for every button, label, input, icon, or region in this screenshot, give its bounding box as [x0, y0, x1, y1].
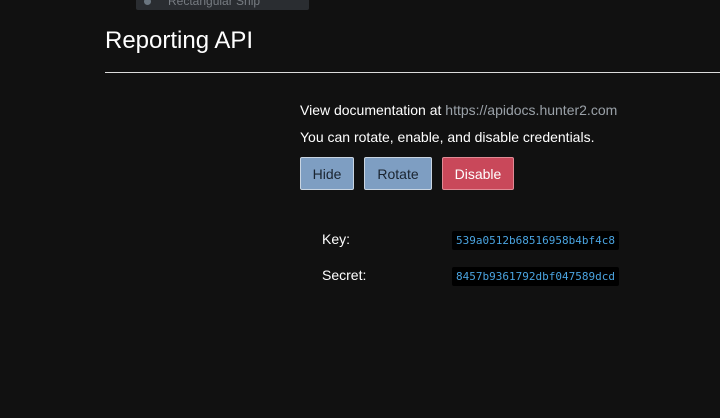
key-value: 539a0512b68516958b4bf4c8 — [452, 231, 619, 250]
key-label: Key: — [322, 231, 351, 247]
secret-label: Secret: — [322, 267, 367, 283]
documentation-line: View documentation at https://apidocs.hu… — [300, 101, 710, 119]
title-divider — [105, 72, 720, 73]
page: Rectangular Snip Reporting API View docu… — [0, 0, 720, 418]
bullet-icon — [144, 0, 151, 5]
action-buttons: Hide Rotate Disable — [300, 157, 710, 190]
disable-button[interactable]: Disable — [442, 157, 514, 190]
rotate-note: You can rotate, enable, and disable cred… — [300, 129, 595, 145]
snip-dropdown-item[interactable]: Rectangular Snip — [168, 0, 260, 8]
rotate-button[interactable]: Rotate — [364, 157, 432, 190]
documentation-link[interactable]: https://apidocs.hunter2.com — [445, 102, 617, 118]
api-content: View documentation at https://apidocs.hu… — [300, 101, 710, 190]
page-title: Reporting API — [105, 27, 254, 54]
secret-value: 8457b9361792dbf047589dcd — [452, 267, 619, 286]
hide-button[interactable]: Hide — [300, 157, 354, 190]
documentation-prefix: View documentation at — [300, 102, 446, 118]
snip-dropdown[interactable]: Rectangular Snip — [136, 0, 309, 10]
